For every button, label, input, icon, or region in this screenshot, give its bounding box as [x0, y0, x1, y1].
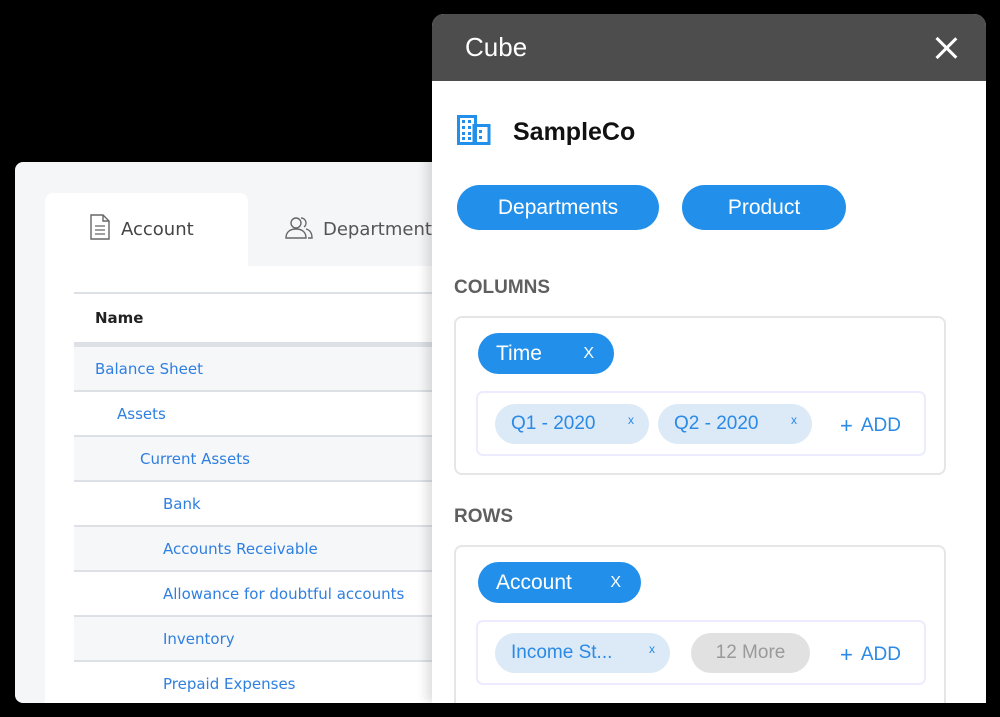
plus-icon: + — [840, 642, 853, 667]
add-label: ADD — [860, 415, 901, 436]
tree-row-label[interactable]: Assets — [117, 405, 166, 423]
tree-row[interactable]: Accounts Receivable — [74, 527, 455, 572]
product-button[interactable]: Product — [682, 185, 846, 230]
company-heading: SampleCo — [457, 115, 635, 150]
tree-row-label[interactable]: Bank — [163, 495, 201, 513]
tree-row[interactable]: Bank — [74, 482, 455, 527]
tree-row[interactable]: Balance Sheet — [74, 347, 455, 392]
account-tree: Name Balance Sheet Assets Current Assets Ba… — [74, 292, 455, 703]
add-label: ADD — [860, 644, 901, 665]
remove-member-icon[interactable]: x — [649, 642, 655, 656]
account-table: Name Balance Sheet Assets Current Assets Ba… — [45, 266, 455, 703]
tree-row[interactable]: Current Assets — [74, 437, 455, 482]
building-icon — [457, 115, 491, 150]
tree-row-label[interactable]: Current Assets — [140, 450, 250, 468]
tree-row-label[interactable]: Allowance for doubtful accounts — [163, 585, 404, 603]
tree-row-label[interactable]: Accounts Receivable — [163, 540, 318, 558]
member-chip-q2-2020[interactable]: Q2 - 2020 x — [658, 404, 812, 444]
tree-row[interactable]: Assets — [74, 392, 455, 437]
rows-add-button[interactable]: + ADD — [840, 642, 901, 668]
columns-add-button[interactable]: + ADD — [840, 413, 901, 439]
tree-row[interactable]: Prepaid Expenses — [74, 662, 455, 703]
dialog-title: Cube — [465, 32, 528, 62]
tab-department-label: Department — [323, 219, 432, 240]
rows-label: ROWS — [454, 506, 514, 527]
time-dimension-label: Time — [496, 341, 542, 365]
columns-member-box: Q1 - 2020 x Q2 - 2020 x + ADD — [476, 391, 926, 456]
tree-row-label[interactable]: Prepaid Expenses — [163, 675, 296, 693]
tab-account-label: Account — [121, 219, 194, 240]
tab-strip: Account Department — [45, 193, 455, 266]
columns-section: Time X Q1 - 2020 x Q2 - 2020 x + ADD — [454, 316, 946, 475]
departments-button[interactable]: Departments — [457, 185, 659, 230]
time-dimension-chip[interactable]: Time X — [478, 333, 614, 374]
member-chip-income-statement[interactable]: Income St... x — [495, 633, 670, 673]
more-members-chip[interactable]: 12 More — [691, 633, 810, 673]
columns-label: COLUMNS — [454, 277, 551, 298]
rows-section: Account X Income St... x 12 More + ADD — [454, 545, 946, 703]
tab-account[interactable]: Account — [45, 193, 248, 266]
tree-row-label[interactable]: Balance Sheet — [95, 360, 203, 378]
tree-row[interactable]: Allowance for doubtful accounts — [74, 572, 455, 617]
remove-member-icon[interactable]: x — [791, 413, 797, 427]
remove-member-icon[interactable]: x — [628, 413, 634, 427]
member-label: Income St... — [511, 642, 613, 663]
tab-department[interactable]: Department — [283, 193, 455, 266]
tree-row[interactable]: Inventory — [74, 617, 455, 662]
member-label: Q1 - 2020 — [511, 413, 596, 434]
company-name: SampleCo — [513, 118, 636, 146]
member-label: Q2 - 2020 — [674, 413, 759, 434]
account-dimension-chip[interactable]: Account X — [478, 562, 641, 603]
remove-time-icon[interactable]: X — [583, 345, 594, 363]
remove-account-icon[interactable]: X — [610, 574, 621, 592]
cube-dialog: Cube SampleCo Departments Product COLUMN… — [432, 14, 986, 703]
tree-row-label[interactable]: Inventory — [163, 630, 235, 648]
dimension-buttons: Departments Product — [457, 185, 846, 230]
column-header-name[interactable]: Name — [74, 292, 455, 347]
account-tree-panel: Account Department Name Balance Sheet Ass… — [15, 162, 455, 703]
dialog-header: Cube — [432, 14, 986, 81]
member-chip-q1-2020[interactable]: Q1 - 2020 x — [495, 404, 649, 444]
close-icon[interactable] — [934, 36, 958, 60]
document-icon — [89, 214, 111, 245]
account-dimension-label: Account — [496, 570, 572, 594]
plus-icon: + — [840, 413, 853, 438]
users-icon — [285, 214, 313, 245]
rows-member-box: Income St... x 12 More + ADD — [476, 620, 926, 685]
